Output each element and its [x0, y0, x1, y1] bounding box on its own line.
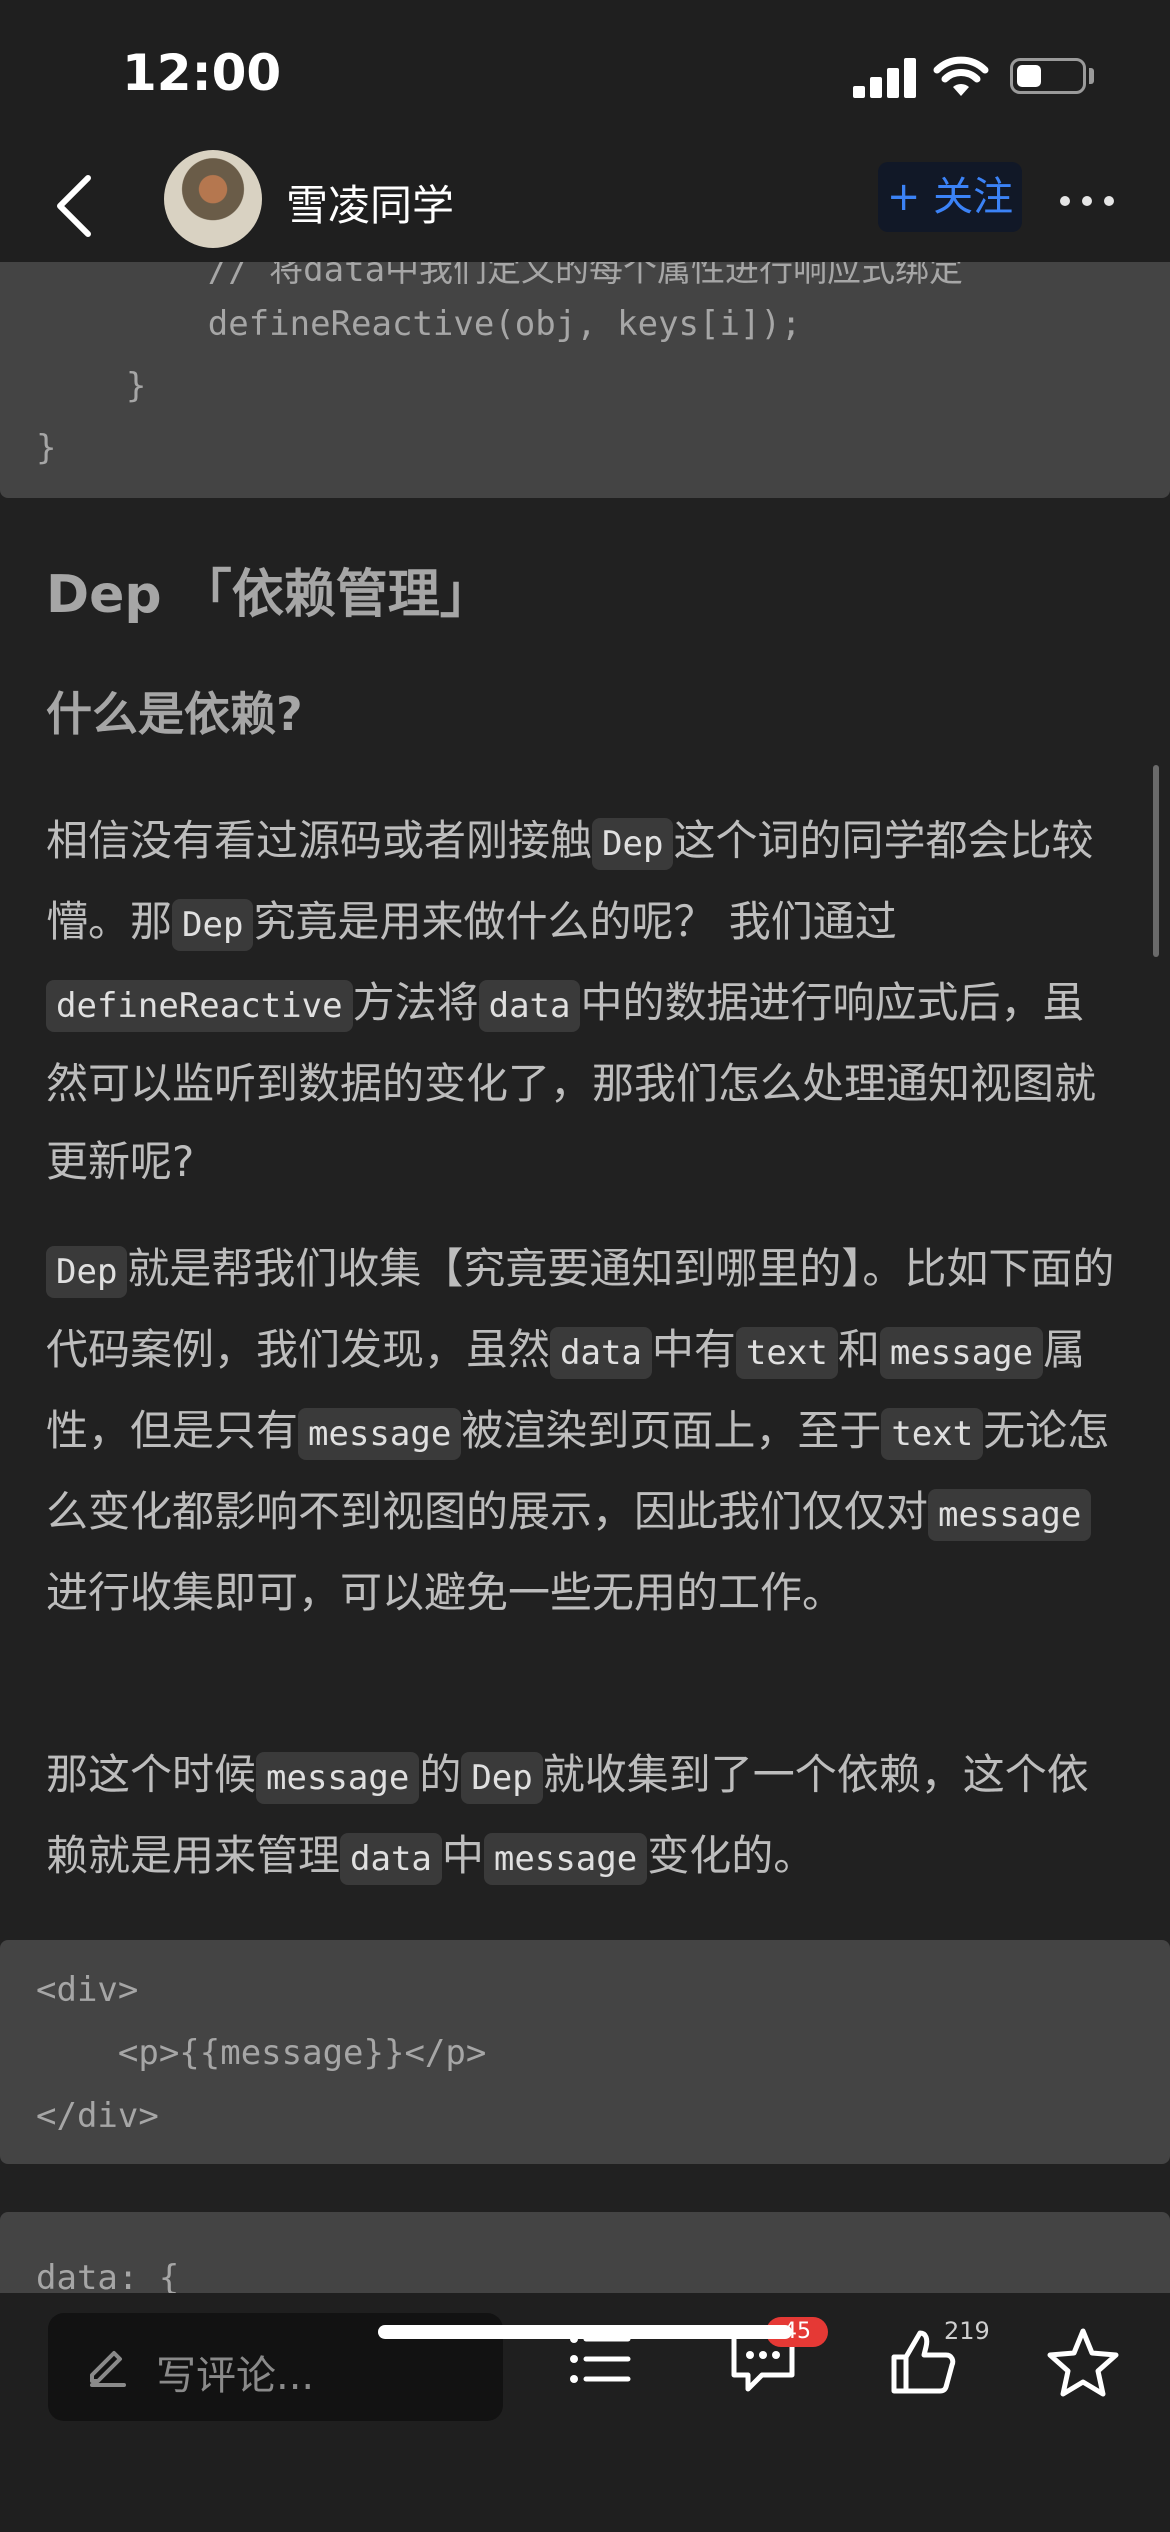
comment-placeholder: 写评论... [156, 2353, 315, 2399]
inline-code: message [879, 1327, 1044, 1379]
battery-nub [1089, 68, 1094, 84]
author-avatar[interactable] [164, 150, 262, 248]
cellular-signal-icon [853, 58, 916, 98]
pencil-icon [90, 2351, 126, 2387]
inline-code: text [735, 1327, 838, 1379]
inline-code: data [550, 1327, 652, 1379]
code-line: <p>{{message}}</p> [36, 2033, 487, 2073]
inline-code: Dep [592, 818, 674, 870]
inline-code: data [340, 1833, 442, 1885]
favorite-star-icon[interactable] [1046, 2327, 1120, 2397]
battery-icon [1010, 58, 1086, 94]
home-indicator[interactable] [378, 2325, 792, 2339]
paragraph-text: 究竟是用来做什么的呢？ 我们通过 [253, 897, 897, 946]
paragraph-text: 那这个时候 [46, 1750, 257, 1799]
back-icon[interactable] [40, 170, 110, 242]
paragraph-3: 那这个时候 message 的 Dep 就收集到了一个依赖，这个依赖就是用来管理 data… [46, 1736, 1126, 1898]
section-subheading: 什么是依赖? [46, 687, 303, 741]
inline-code: message [256, 1752, 420, 1804]
status-time: 12:00 [122, 44, 282, 102]
scrollbar[interactable] [1153, 765, 1159, 957]
code-line: } [44, 366, 147, 406]
paragraph-text: 中 [441, 1831, 484, 1880]
paragraph-text: 被渲染到页面上，至于 [461, 1406, 882, 1455]
code-line: defineReactive(obj, keys[i]); [44, 304, 802, 344]
code-line: <div> [36, 1970, 139, 2010]
code-line: </div> [36, 2096, 159, 2136]
inline-code: Dep [461, 1752, 543, 1804]
paragraph-2: Dep 就是帮我们收集【究竟要通知到哪里的】。比如下面的代码案例，我们发现，虽然 d… [46, 1230, 1126, 1632]
inline-code: message [928, 1489, 1092, 1541]
paragraph-text: 相信没有看过源码或者刚接触 [46, 816, 593, 865]
paragraph-text: 变化的。 [647, 1831, 816, 1880]
like-count: 219 [944, 2317, 990, 2345]
inline-code: defineReactive [46, 980, 353, 1032]
inline-code: message [298, 1408, 462, 1460]
paragraph-text: 和 [837, 1325, 880, 1374]
paragraph-text: 的 [419, 1750, 462, 1799]
code-line: } [36, 428, 57, 468]
more-options-icon[interactable] [1056, 172, 1118, 228]
paragraph-1: 相信没有看过源码或者刚接触 Dep 这个词的同学都会比较懵。那 Dep 究竟是用来做什么… [46, 802, 1126, 1201]
inline-code: message [483, 1833, 648, 1885]
inline-code: Dep [46, 1246, 128, 1298]
paragraph-text: 进行收集即可，可以避免一些无用的工作。 [46, 1568, 845, 1617]
wifi-icon [933, 56, 989, 96]
nav-bar: 雪凌同学 + 关注 [0, 150, 1170, 262]
inline-code: data [478, 980, 581, 1032]
paragraph-text: 中有 [651, 1325, 736, 1374]
status-bar: 12:00 [0, 0, 1170, 150]
paragraph-text: 方法将 [352, 978, 479, 1027]
code-block-html: <div> <p>{{message}}</p> </div> [0, 1940, 1170, 2164]
author-name[interactable]: 雪凌同学 [286, 172, 454, 233]
follow-button[interactable]: + 关注 [878, 162, 1022, 232]
section-heading: Dep 「依赖管理」 [46, 565, 492, 625]
inline-code: Dep [172, 899, 254, 951]
inline-code: text [881, 1408, 984, 1460]
code-line: data: { [36, 2258, 180, 2298]
